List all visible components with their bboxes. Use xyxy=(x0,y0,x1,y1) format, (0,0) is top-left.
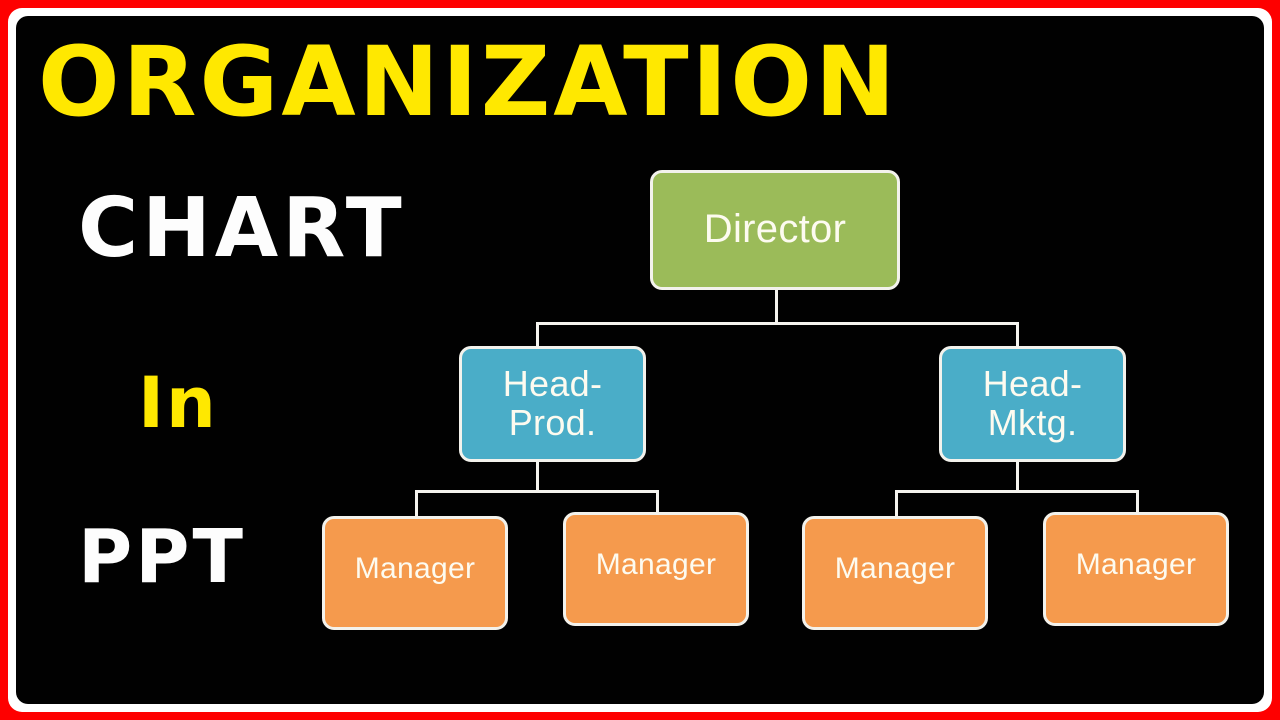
connector-head-mktg-stem xyxy=(1016,460,1019,490)
connector-manager1-drop xyxy=(415,490,418,518)
node-director[interactable]: Director xyxy=(650,170,900,290)
node-manager-4-label: Manager xyxy=(1075,547,1197,581)
node-head-mktg-label-line2: Mktg. xyxy=(987,402,1078,443)
slide-stage: ORGANIZATION CHART In PPT Director Head-… xyxy=(16,16,1264,704)
node-head-prod[interactable]: Head- Prod. xyxy=(459,346,646,462)
org-chart: Director Head- Prod. Head- Mktg. Manager xyxy=(16,16,1264,704)
node-head-mktg-label-line1: Head- xyxy=(982,363,1083,405)
node-manager-1-label: Manager xyxy=(354,551,476,585)
node-director-label: Director xyxy=(703,207,847,252)
connector-managers-left-bus xyxy=(415,490,659,493)
connector-director-stem xyxy=(775,288,778,322)
connector-heads-bus xyxy=(536,322,1019,325)
connector-head-prod-stem xyxy=(536,460,539,490)
node-manager-1[interactable]: Manager xyxy=(322,516,508,630)
node-manager-3-label: Manager xyxy=(834,551,956,585)
node-manager-2-label: Manager xyxy=(595,547,717,581)
connector-manager3-drop xyxy=(895,490,898,518)
node-manager-2[interactable]: Manager xyxy=(563,512,749,626)
node-head-prod-label-line2: Prod. xyxy=(508,402,597,443)
node-head-mktg[interactable]: Head- Mktg. xyxy=(939,346,1126,462)
node-manager-3[interactable]: Manager xyxy=(802,516,988,630)
node-manager-4[interactable]: Manager xyxy=(1043,512,1229,626)
slide-canvas: ORGANIZATION CHART In PPT Director Head-… xyxy=(0,0,1280,720)
connector-managers-right-bus xyxy=(895,490,1139,493)
node-head-prod-label-line1: Head- xyxy=(502,363,603,405)
